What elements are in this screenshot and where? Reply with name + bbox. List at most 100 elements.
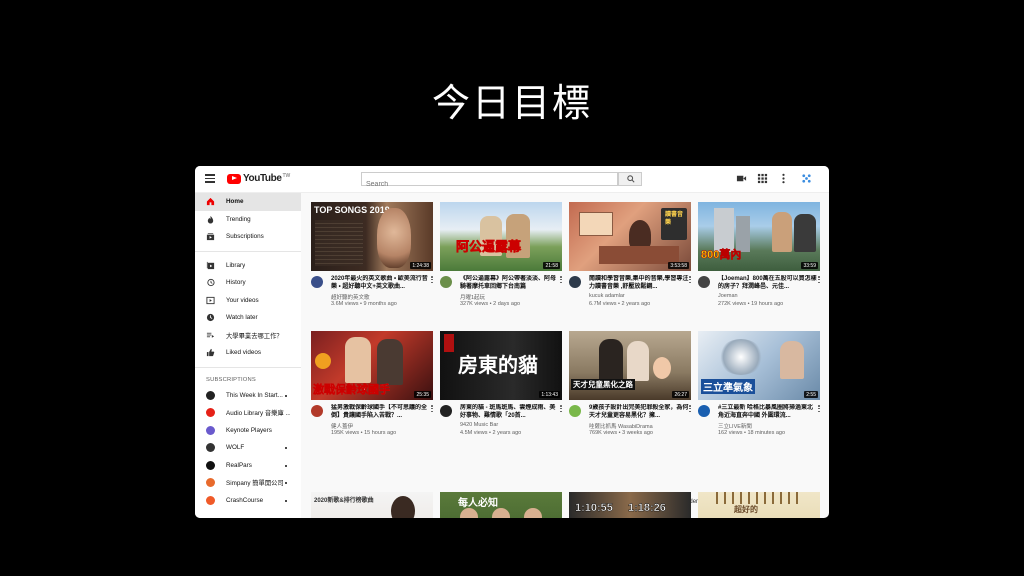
sidebar-item-label: History <box>226 279 246 287</box>
channel-avatar[interactable] <box>440 405 452 417</box>
video-thumbnail[interactable]: 每人必知 <box>440 492 562 518</box>
video-title[interactable]: 《阿公逼露幕》阿公帶著淡淡、阿母騎著摩托車回鄉下台南篇 <box>460 275 560 291</box>
sidebar-item-trending[interactable]: Trending <box>195 211 301 229</box>
video-title[interactable]: 猛男激戰保齡球國手【不可思議的全倒】貴讓國手陷入苦戰？... <box>331 404 431 420</box>
video-card[interactable]: 每人必知 <box>440 492 562 518</box>
subscription-keynote-players[interactable]: Keynote Players <box>195 422 301 440</box>
channel-name[interactable]: 健人蓋伊 <box>331 422 353 430</box>
search-button[interactable] <box>618 172 642 186</box>
more-actions-icon[interactable] <box>818 276 820 284</box>
sidebar-item-label: Your videos <box>226 296 259 304</box>
video-card[interactable]: TOP SONGS 2019 1:24:38 2020年最火的英文歌曲 • 歐美… <box>311 202 433 307</box>
channel-name[interactable]: 9420 Music Bar <box>460 422 498 428</box>
sidebar-item-label: 大學畢業去哪工作？ <box>226 332 283 340</box>
video-duration: 3:53:58 <box>668 262 689 269</box>
video-thumbnail[interactable]: TOP SONGS 2019 1:24:38 <box>311 202 433 271</box>
subscription-crashcourse[interactable]: CrashCourse <box>195 492 301 510</box>
video-title[interactable]: 房東的貓 - 斑馬斑馬、雲煙成雨、美好事物、難情歌「20首... <box>460 404 560 420</box>
subscription-realpars[interactable]: RealPars <box>195 457 301 475</box>
video-card[interactable]: 讀書音樂 3:53:58 閱讀和學習音樂,集中的音樂,學習專注力讀書音樂 ,舒壓… <box>569 202 691 307</box>
channel-name[interactable]: kucuk adamlar <box>589 293 625 299</box>
video-meta: 195K views • 15 hours ago <box>331 430 397 436</box>
account-avatar-icon[interactable] <box>801 173 812 184</box>
clock-icon <box>206 313 215 322</box>
channel-name[interactable]: 月曜1起玩 <box>460 293 485 301</box>
channel-avatar[interactable] <box>569 276 581 288</box>
channel-name[interactable]: 三立LIVE新聞 <box>718 422 752 430</box>
video-duration: 25:35 <box>414 391 431 398</box>
video-thumbnail[interactable]: 2020新歌&排行榜歌曲 <box>311 492 433 518</box>
channel-avatar[interactable] <box>440 276 452 288</box>
sidebar-item-playlist[interactable]: 大學畢業去哪工作？ <box>195 327 301 345</box>
channel-avatar <box>206 443 215 453</box>
video-card[interactable]: 激戰保齡球國手 25:35 猛男激戰保齡球國手【不可思議的全倒】貴讓國手陷入苦戰… <box>311 331 433 436</box>
sidebar-item-library[interactable]: Library <box>195 257 301 275</box>
more-actions-icon[interactable] <box>560 405 562 413</box>
video-thumbnail[interactable]: 800萬內 33:59 <box>698 202 820 271</box>
video-title[interactable]: #三立最新 哈格比暴風圈將掃過東北角近海直奔中國 外圍環流... <box>718 404 818 420</box>
channel-avatar[interactable] <box>311 276 323 288</box>
more-actions-icon[interactable] <box>689 405 691 413</box>
video-thumbnail[interactable]: 三立準氣象 2:55 <box>698 331 820 400</box>
sidebar-item-liked-videos[interactable]: Liked videos <box>195 344 301 362</box>
more-actions-icon[interactable] <box>431 276 433 284</box>
video-thumbnail[interactable]: 超好的 <box>698 492 820 518</box>
video-title[interactable]: 【Joeman】800萬在五股可以買怎樣的房子？拜潤峰邑、元佳... <box>718 275 818 291</box>
video-title[interactable]: 2020年最火的英文歌曲 • 歐美流行音樂 • 超好聽中文+英文歌曲... <box>331 275 431 291</box>
video-thumbnail[interactable]: 讀書音樂 3:53:58 <box>569 202 691 271</box>
video-meta: 6.7M views • 2 years ago <box>589 301 651 307</box>
video-thumbnail[interactable]: 天才兒童黑化之路 26:27 <box>569 331 691 400</box>
more-options-icon[interactable] <box>778 173 789 184</box>
video-card[interactable]: 2020新歌&排行榜歌曲 <box>311 492 433 518</box>
channel-name[interactable]: 超好聽的英文歌 <box>331 293 370 301</box>
subscription-simpany[interactable]: Simpany 簡單開公司 <box>195 474 301 492</box>
sidebar-item-watch-later[interactable]: Watch later <box>195 309 301 327</box>
channel-avatar[interactable] <box>311 405 323 417</box>
search-input[interactable] <box>362 179 610 190</box>
menu-icon[interactable] <box>205 174 215 183</box>
video-thumbnail[interactable]: 1:10:55 1:18:26 <box>569 492 691 518</box>
thumbnail-text: 三立準氣象 <box>701 379 755 394</box>
video-title[interactable]: 閱讀和學習音樂,集中的音樂,學習專注力讀書音樂 ,舒壓放鬆鋼... <box>589 275 689 291</box>
channel-name[interactable]: 哇薩比抓馬 WasabiDrama <box>589 422 653 430</box>
video-card[interactable]: 房東的貓 1:13:43 房東的貓 - 斑馬斑馬、雲煙成雨、美好事物、難情歌「2… <box>440 331 562 436</box>
youtube-logo[interactable]: YouTube TW <box>227 173 290 184</box>
subscription-this-week-in-startups[interactable]: This Week In Start... <box>195 387 301 405</box>
sidebar-item-label: Library <box>226 261 246 269</box>
channel-avatar <box>206 425 215 435</box>
video-duration: 26:27 <box>672 391 689 398</box>
apps-grid-icon[interactable] <box>757 173 768 184</box>
sidebar-item-home[interactable]: Home <box>195 193 301 211</box>
video-card[interactable]: 天才兒童黑化之路 26:27 9歲孩子設計出完美犯罪殺全家，為何天才兒童更容易黑… <box>569 331 691 436</box>
thumbnail-text: 阿公逼露幕 <box>456 239 522 255</box>
sidebar-divider <box>195 250 301 252</box>
video-card[interactable]: 超好的 <box>698 492 820 518</box>
subscription-audio-library[interactable]: Audio Library 音樂庫 ... <box>195 404 301 422</box>
channel-avatar[interactable] <box>698 276 710 288</box>
sidebar-item-history[interactable]: History <box>195 274 301 292</box>
sidebar-item-subscriptions[interactable]: Subscriptions <box>195 228 301 246</box>
more-actions-icon[interactable] <box>689 276 691 284</box>
video-card[interactable]: 阿公逼露幕 21:58 《阿公逼露幕》阿公帶著淡淡、阿母騎著摩托車回鄉下台南篇 … <box>440 202 562 307</box>
new-content-dot <box>285 482 287 484</box>
more-actions-icon[interactable] <box>818 405 820 413</box>
video-card[interactable]: 三立準氣象 2:55 #三立最新 哈格比暴風圈將掃過東北角近海直奔中國 外圍環流… <box>698 331 820 436</box>
video-thumbnail[interactable]: 阿公逼露幕 21:58 <box>440 202 562 271</box>
create-video-icon[interactable] <box>736 173 747 184</box>
video-card[interactable]: 1:10:55 1:18:26 <box>569 492 691 518</box>
thumbnail-text: 2020新歌&排行榜歌曲 <box>314 498 374 504</box>
channel-avatar[interactable] <box>569 405 581 417</box>
playlist-icon <box>206 331 215 340</box>
video-meta: 327K views • 2 days ago <box>460 301 521 307</box>
sidebar-item-your-videos[interactable]: Your videos <box>195 292 301 310</box>
channel-name[interactable]: Joeman <box>718 293 738 299</box>
more-actions-icon[interactable] <box>431 405 433 413</box>
more-actions-icon[interactable] <box>560 276 562 284</box>
video-thumbnail[interactable]: 房東的貓 1:13:43 <box>440 331 562 400</box>
subscription-wolf[interactable]: WOLF <box>195 439 301 457</box>
video-thumbnail[interactable]: 激戰保齡球國手 25:35 <box>311 331 433 400</box>
channel-avatar[interactable] <box>698 405 710 417</box>
video-title[interactable]: 9歲孩子設計出完美犯罪殺全家，為何天才兒童更容易黑化？擁... <box>589 404 689 420</box>
video-card[interactable]: 800萬內 33:59 【Joeman】800萬在五股可以買怎樣的房子？拜潤峰邑… <box>698 202 820 307</box>
history-icon <box>206 278 215 287</box>
